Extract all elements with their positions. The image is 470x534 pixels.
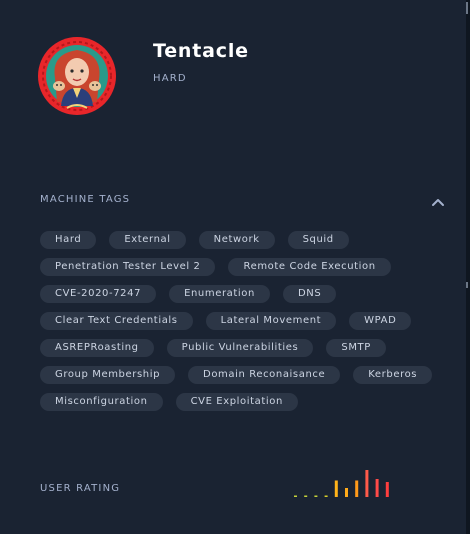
rating-bar <box>355 480 359 497</box>
tag-chip[interactable]: Squid <box>287 231 349 249</box>
tag-chip[interactable]: Public Vulnerabilities <box>166 339 314 357</box>
machine-tags-heading: MACHINE TAGS <box>40 194 131 205</box>
machine-tags-list: Hard External Network Squid Penetration Test… <box>40 231 450 420</box>
tag-chip[interactable]: Penetration Tester Level 2 <box>40 258 216 276</box>
rating-bar <box>375 479 379 497</box>
rating-bar <box>334 480 338 497</box>
user-rating-heading: USER RATING <box>40 483 121 494</box>
difficulty-label: HARD <box>153 73 187 84</box>
scrollbar-track[interactable] <box>466 0 470 534</box>
tag-chip[interactable]: CVE-2020-7247 <box>40 285 157 303</box>
tag-row: Clear Text Credentials Lateral Movement WP… <box>40 312 450 330</box>
machine-name: Tentacle <box>153 40 249 62</box>
rating-bar <box>324 495 328 497</box>
tag-chip[interactable]: Domain Reconaisance <box>188 366 341 384</box>
rating-bar <box>304 495 308 497</box>
scrollbar-mark <box>466 2 468 14</box>
tag-chip[interactable]: Kerberos <box>353 366 433 384</box>
tag-chip[interactable]: Misconfiguration <box>40 393 163 411</box>
scrollbar-mark <box>466 282 468 288</box>
tag-chip[interactable]: SMTP <box>326 339 386 357</box>
tag-chip[interactable]: CVE Exploitation <box>175 393 298 411</box>
tag-chip[interactable]: DNS <box>282 285 337 303</box>
tag-row: CVE-2020-7247 Enumeration DNS <box>40 285 450 303</box>
user-rating-chart <box>290 462 400 498</box>
rating-bar <box>294 495 297 497</box>
tag-chip[interactable]: Enumeration <box>169 285 270 303</box>
rating-bar <box>314 495 318 497</box>
tag-row: Misconfiguration CVE Exploitation <box>40 393 450 411</box>
tag-row: Hard External Network Squid <box>40 231 450 249</box>
tag-chip[interactable]: Remote Code Execution <box>228 258 391 276</box>
red-haired-pirate-avatar-icon <box>37 36 117 116</box>
tag-chip[interactable]: Lateral Movement <box>205 312 337 330</box>
tag-row: Group Membership Domain Reconaisance Kerbe… <box>40 366 450 384</box>
tag-chip[interactable]: Clear Text Credentials <box>40 312 193 330</box>
tag-chip[interactable]: Hard <box>40 231 97 249</box>
tag-chip[interactable]: Network <box>198 231 275 249</box>
tag-row: Penetration Tester Level 2 Remote Code Ex… <box>40 258 450 276</box>
rating-bar <box>385 482 389 497</box>
tag-chip[interactable]: ASREPRoasting <box>40 339 154 357</box>
machine-info-card: Tentacle HARD MACHINE TAGS Hard External N… <box>0 0 466 534</box>
tag-chip[interactable]: External <box>109 231 186 249</box>
tag-row: ASREPRoasting Public Vulnerabilities SMTP <box>40 339 450 357</box>
rating-bar <box>365 470 369 497</box>
tag-chip[interactable]: Group Membership <box>40 366 176 384</box>
chevron-up-icon[interactable] <box>430 193 446 206</box>
rating-bar <box>345 488 348 497</box>
tag-chip[interactable]: WPAD <box>349 312 412 330</box>
